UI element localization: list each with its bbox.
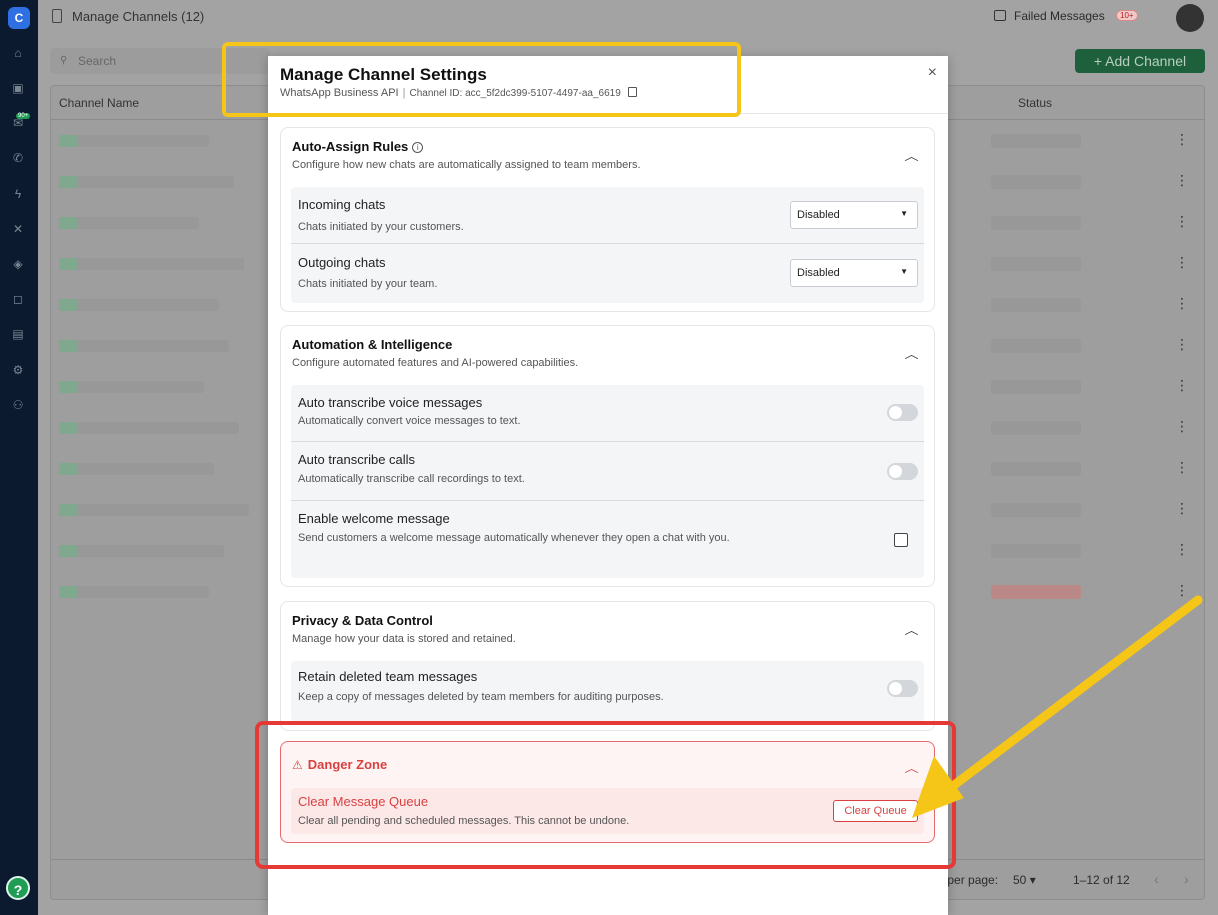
annotation-arrow (912, 595, 1203, 818)
